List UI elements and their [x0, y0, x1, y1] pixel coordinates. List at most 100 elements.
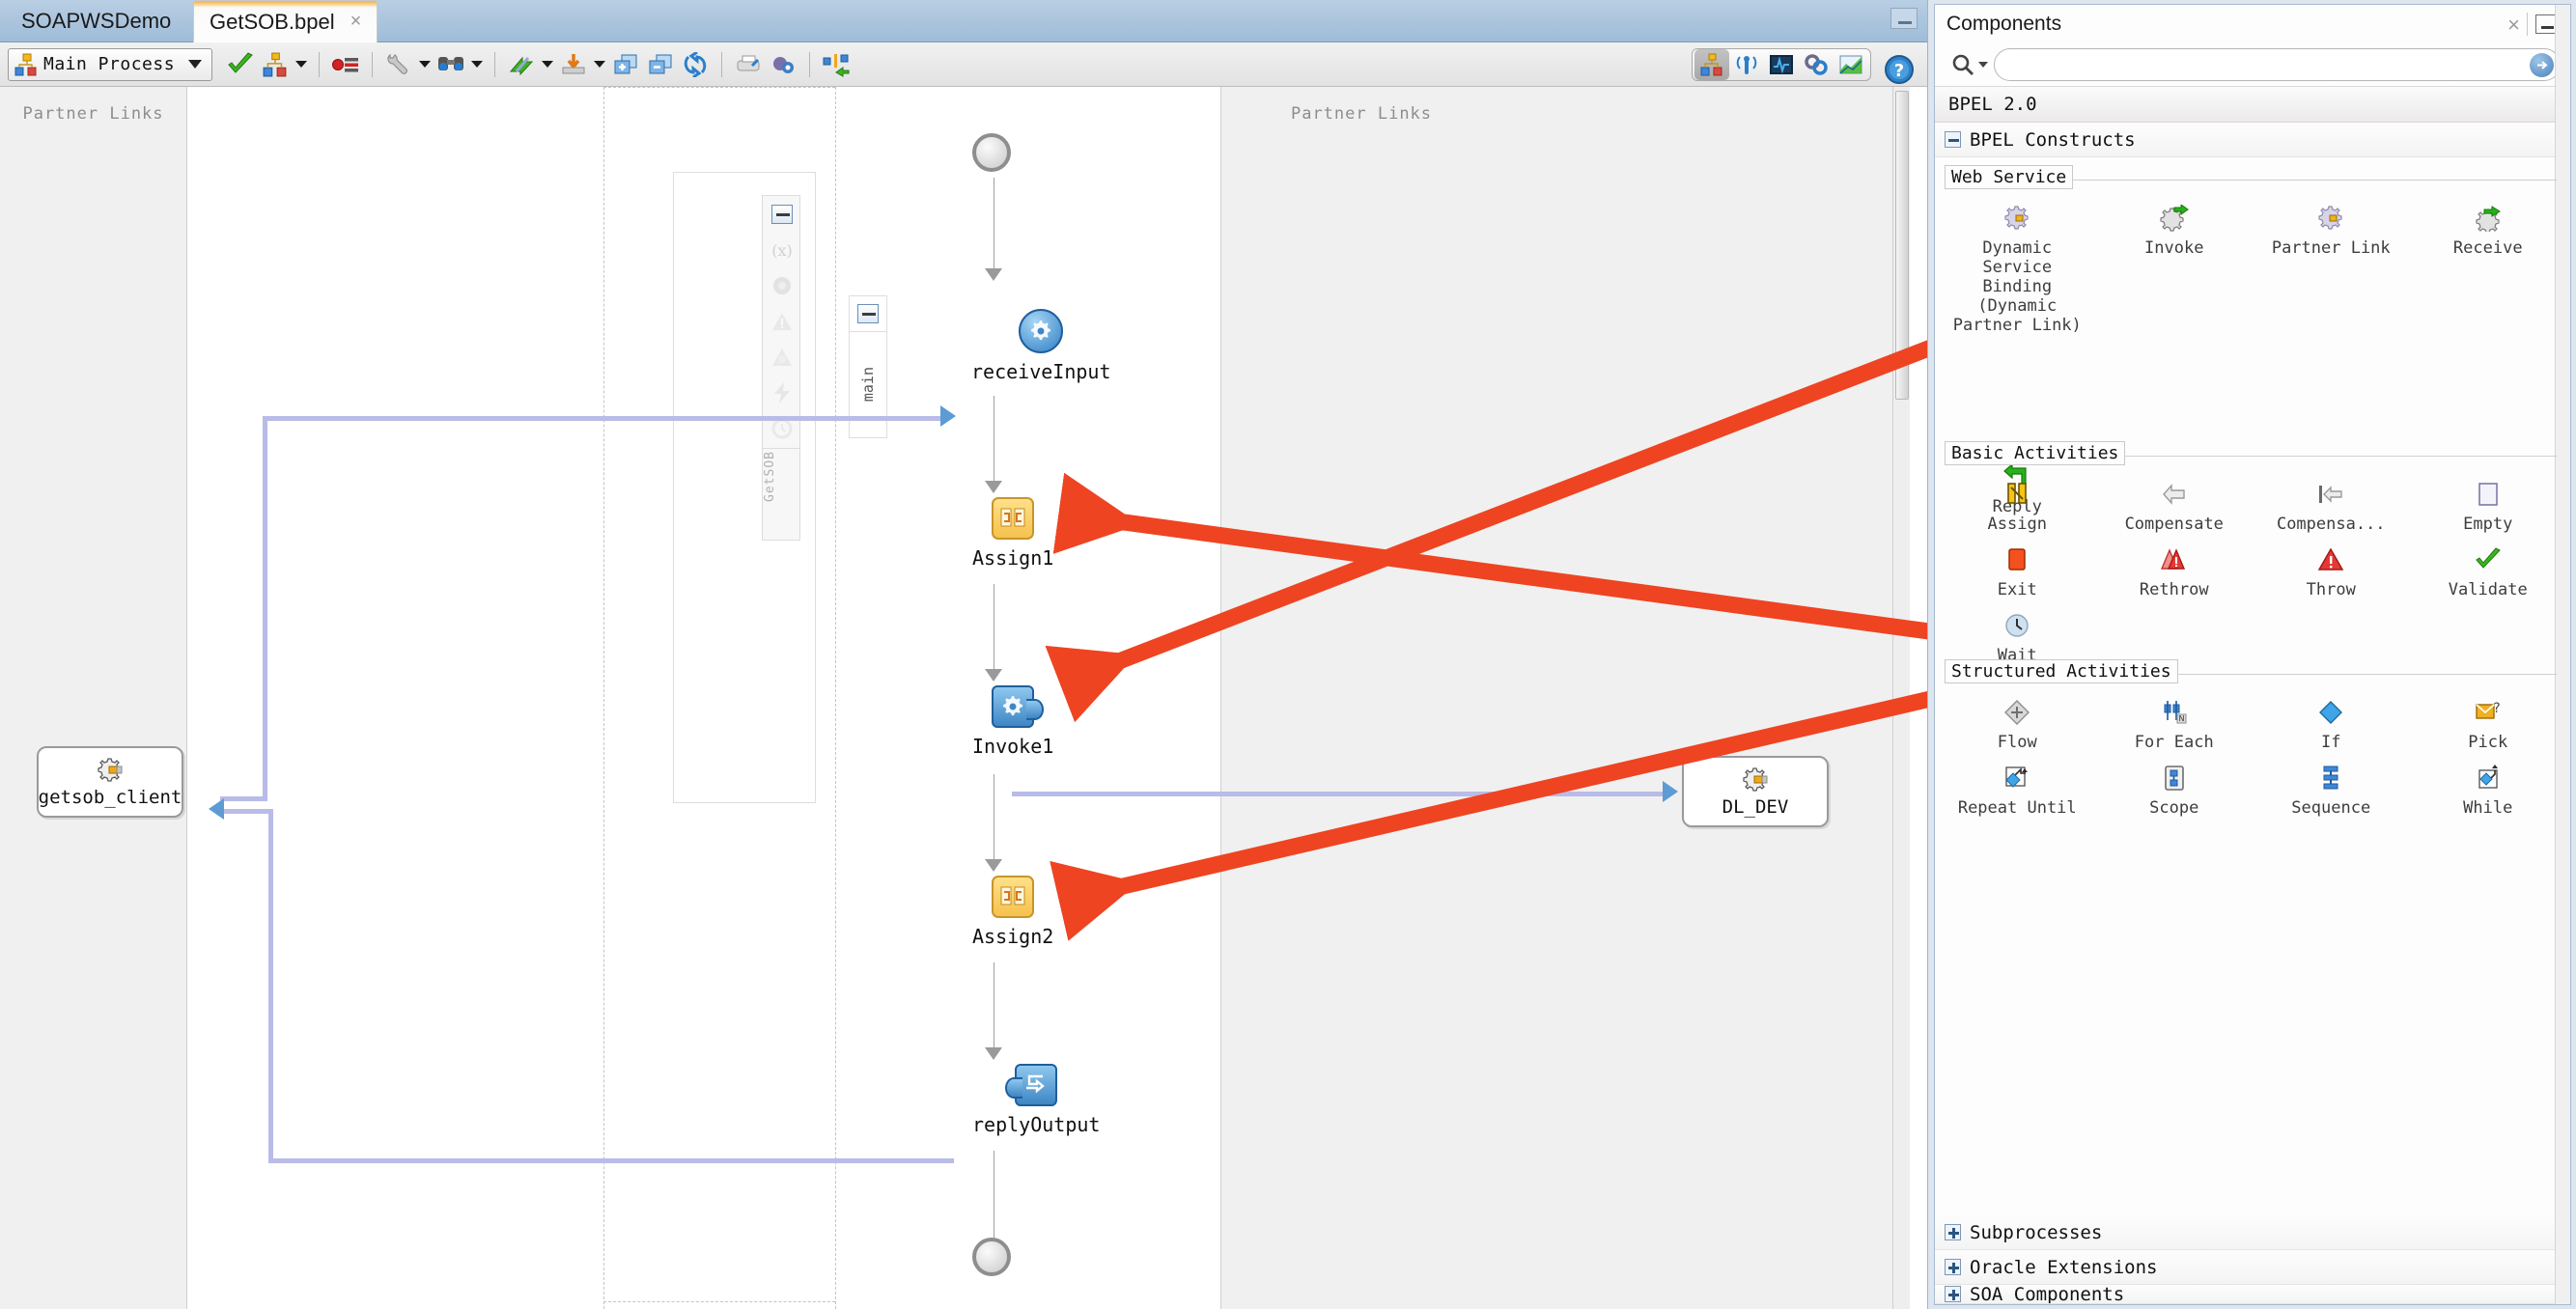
- palette-item-validate[interactable]: Validate: [2410, 538, 2567, 601]
- collapse-icon[interactable]: [763, 196, 801, 232]
- palette-item-for-each[interactable]: N For Each: [2096, 690, 2254, 754]
- tree-row-subprocesses[interactable]: Subprocesses: [1935, 1215, 2570, 1250]
- plus-icon[interactable]: [1945, 1286, 1961, 1302]
- palette-item-throw[interactable]: Throw: [2253, 538, 2410, 601]
- scope-icon: [2158, 762, 2191, 794]
- find-dropdown[interactable]: [469, 47, 485, 82]
- breakpoint-button[interactable]: [329, 47, 362, 82]
- wait-icon: [2001, 609, 2033, 642]
- link-reply-to-client: [268, 1158, 954, 1163]
- plus-icon[interactable]: [1945, 1259, 1961, 1275]
- palette-item-flow[interactable]: Flow: [1939, 690, 2096, 754]
- tools-dropdown[interactable]: [417, 47, 433, 82]
- group-title: Web Service: [1945, 165, 2074, 189]
- zoom-out-button[interactable]: [644, 47, 677, 82]
- find-button[interactable]: [434, 47, 467, 82]
- tree-row-oracle-extensions[interactable]: Oracle Extensions: [1935, 1250, 2570, 1285]
- palette-item-wait[interactable]: Wait: [1939, 603, 2096, 667]
- editor-area: SOAPWSDemo GetSOB.bpel × Main Process ? …: [0, 0, 1927, 1309]
- view-monitor-button[interactable]: [1729, 49, 1764, 80]
- plus-icon[interactable]: [1945, 1224, 1961, 1240]
- palette-item-empty[interactable]: Empty: [2410, 472, 2567, 536]
- palette-item-partner-link[interactable]: Partner Link: [2253, 196, 2410, 337]
- tools-button[interactable]: [382, 47, 415, 82]
- validate-button[interactable]: [224, 47, 257, 82]
- palette-item-assign[interactable]: Assign: [1939, 472, 2096, 536]
- correlation-icon[interactable]: [763, 267, 801, 303]
- node-invoke1[interactable]: Invoke1: [972, 685, 1053, 758]
- process-selector-dropdown[interactable]: Main Process: [8, 47, 212, 81]
- gear-glyph-icon: [1003, 696, 1023, 716]
- palette-item-dynamic-service-binding[interactable]: Dynamic Service Binding (Dynamic Partner…: [1939, 196, 2096, 337]
- palette-item-invoke[interactable]: Invoke: [2096, 196, 2254, 337]
- palette-item-receive[interactable]: Receive: [2410, 196, 2567, 337]
- tree-row-label: Oracle Extensions: [1970, 1256, 2158, 1278]
- node-end[interactable]: [972, 1238, 1011, 1276]
- import-button[interactable]: [505, 47, 538, 82]
- palette-item-rethrow[interactable]: Rethrow: [2096, 538, 2254, 601]
- view-design-button[interactable]: [1694, 49, 1729, 80]
- view-analytics-button[interactable]: [1834, 49, 1868, 80]
- scrollbar-thumb[interactable]: [1895, 91, 1909, 400]
- palette-item-repeat-until[interactable]: Repeat Until: [1939, 756, 2096, 820]
- deploy-dropdown[interactable]: [592, 47, 607, 82]
- sequence-collapse-button[interactable]: [849, 295, 887, 332]
- arrow-right-circle-icon[interactable]: [2530, 53, 2554, 77]
- bpel-diagram-canvas[interactable]: Partner Links Partner Links (x) GetSOB m…: [0, 87, 1910, 1309]
- node-replyoutput[interactable]: replyOutput: [972, 1064, 1100, 1136]
- node-start[interactable]: [972, 133, 1011, 172]
- tree-row-bpel-constructs[interactable]: BPEL Constructs: [1935, 123, 2570, 157]
- fault-handler-icon[interactable]: [763, 303, 801, 339]
- view-policies-button[interactable]: [1799, 49, 1834, 80]
- partner-link-dl-dev[interactable]: DL_DEV: [1682, 756, 1829, 827]
- minus-icon[interactable]: [1945, 131, 1961, 148]
- print-button[interactable]: [732, 47, 765, 82]
- settings-button[interactable]: [767, 47, 799, 82]
- tab-getsob-bpel[interactable]: GetSOB.bpel ×: [193, 0, 378, 42]
- panel-scrollbar-vertical[interactable]: [2555, 5, 2570, 1304]
- swap-button[interactable]: [820, 47, 853, 82]
- link-reply-to-client-stub: [224, 809, 272, 814]
- tree-row-label: BPEL Constructs: [1970, 128, 2136, 151]
- close-icon[interactable]: ×: [2507, 13, 2520, 38]
- close-icon[interactable]: ×: [350, 11, 362, 33]
- node-assign1[interactable]: Assign1: [972, 497, 1053, 570]
- partner-link-dropdown[interactable]: [294, 47, 309, 82]
- palette-item-label: Sequence: [2291, 798, 2371, 819]
- refresh-button[interactable]: [679, 47, 712, 82]
- palette-item-if[interactable]: If: [2253, 690, 2410, 754]
- minimize-icon[interactable]: [1890, 8, 1918, 29]
- tab-soapwsdemo[interactable]: SOAPWSDemo: [6, 0, 186, 42]
- palette-item-sequence[interactable]: Sequence: [2253, 756, 2410, 820]
- palette-item-label: Receive: [2452, 238, 2523, 258]
- palette-item-exit[interactable]: Exit: [1939, 538, 2096, 601]
- link-reply-to-client-riser: [268, 809, 273, 1162]
- node-receiveinput[interactable]: receiveInput: [971, 309, 1111, 383]
- partner-link-getsob-client[interactable]: getsob_client: [37, 746, 183, 818]
- chart-icon: [1839, 55, 1862, 74]
- canvas-scrollbar-vertical[interactable]: [1892, 87, 1910, 1309]
- event-handler-icon[interactable]: [763, 375, 801, 410]
- search-input-wrapper[interactable]: [1994, 48, 2561, 81]
- deploy-button[interactable]: [557, 47, 590, 82]
- palette-item-compensate[interactable]: Compensate: [2096, 472, 2254, 536]
- search-input[interactable]: [2008, 55, 2546, 74]
- partner-links-right-header: Partner Links: [1290, 104, 1433, 124]
- zoom-in-button[interactable]: [609, 47, 642, 82]
- help-button[interactable]: ?: [1883, 52, 1916, 87]
- palette-item-pick[interactable]: ? Pick: [2410, 690, 2567, 754]
- search-scope-button[interactable]: [1945, 48, 1994, 81]
- tree-row-soa-components[interactable]: SOA Components: [1935, 1285, 2570, 1304]
- partner-link-button[interactable]: [259, 47, 292, 82]
- palette-item-label: Dynamic Service Binding (Dynamic Partner…: [1952, 238, 2082, 336]
- variable-icon[interactable]: (x): [763, 232, 801, 267]
- node-assign2[interactable]: Assign2: [972, 876, 1053, 948]
- view-sensors-button[interactable]: [1764, 49, 1799, 80]
- compensation-handler-icon[interactable]: [763, 339, 801, 375]
- import-dropdown[interactable]: [540, 47, 555, 82]
- header-divider: [2527, 13, 2528, 36]
- palette-item-while[interactable]: While: [2410, 756, 2567, 820]
- process-tab-label: GetSOB: [763, 451, 777, 502]
- palette-item-compensate-scope[interactable]: Compensa...: [2253, 472, 2410, 536]
- palette-item-scope[interactable]: Scope: [2096, 756, 2254, 820]
